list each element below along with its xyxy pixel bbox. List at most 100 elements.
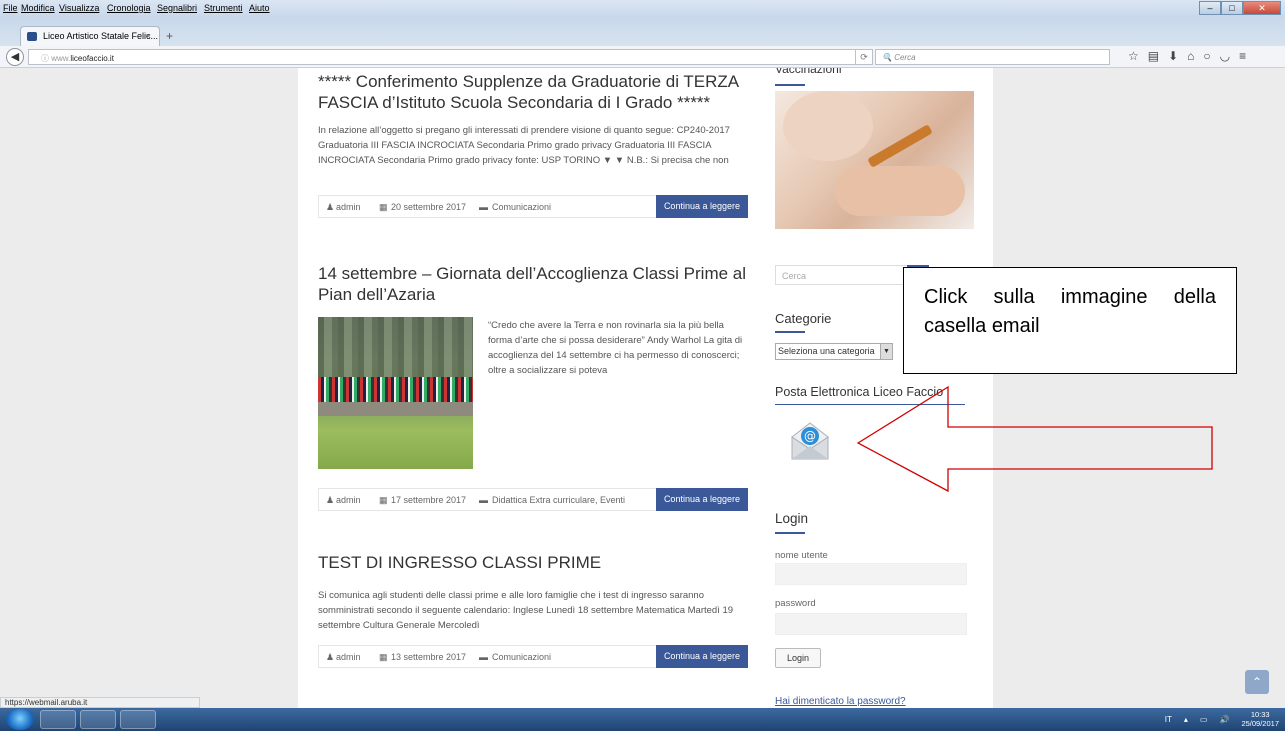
forgot-password-link[interactable]: Hai dimenticato la password? [775, 696, 906, 707]
post-author[interactable]: admin [336, 495, 361, 505]
left-arrow-icon [856, 385, 1213, 493]
read-more-button[interactable]: Continua a leggere [655, 645, 748, 668]
email-envelope-icon[interactable]: @ [788, 419, 832, 463]
chevron-down-icon: ▼ [880, 344, 892, 359]
post-excerpt: “Credo che avere la Terra e non rovinarl… [488, 320, 743, 376]
menu-aiuto[interactable]: Aiuto [249, 3, 270, 13]
menu-bar: File Modifica Visualizza Cronologia Segn… [0, 0, 1285, 16]
title-underline [775, 331, 805, 333]
word-taskbar-icon[interactable] [120, 710, 156, 729]
instruction-callout: Click sulla immagine della casella email [903, 267, 1237, 374]
back-button[interactable]: ◀ [6, 48, 24, 66]
author-icon: ♟ [326, 652, 335, 662]
toolbar-icons: ☆ ▤ ⬇ ⌂ ○ ◡ ≡ [1128, 49, 1246, 63]
menu-segnalibri[interactable]: Segnalibri [157, 3, 197, 13]
menu-visualizza[interactable]: Visualizza [59, 3, 99, 13]
post-category[interactable]: Didattica Extra curriculare, Eventi [492, 495, 625, 505]
network-icon[interactable]: ▭ [1200, 715, 1208, 724]
close-tab-icon[interactable]: × [146, 31, 151, 41]
reading-list-icon[interactable]: ▤ [1148, 49, 1159, 63]
post-author[interactable]: admin [336, 202, 361, 212]
status-url: https://webmail.aruba.it [0, 697, 200, 708]
sidebar-search-placeholder: Cerca [782, 271, 807, 281]
post-excerpt: In relazione all’oggetto si pregano gli … [318, 125, 730, 166]
author-icon: ♟ [326, 202, 335, 212]
post-thumbnail[interactable] [318, 317, 473, 469]
post-title[interactable]: ***** Conferimento Supplenze da Graduato… [318, 71, 748, 113]
folder-icon: ▬ [479, 495, 488, 505]
password-label: password [775, 598, 816, 609]
post-meta: ♟ admin ▦ 17 settembre 2017 ▬ Didattica … [318, 488, 748, 511]
menu-file[interactable]: File [3, 3, 18, 13]
url-domain: liceofaccio.it [70, 54, 114, 63]
sync-icon[interactable]: ○ [1203, 49, 1210, 63]
menu-strumenti[interactable]: Strumenti [204, 3, 243, 13]
vaccinazioni-image[interactable] [775, 91, 974, 229]
maximize-button[interactable]: □ [1221, 1, 1243, 15]
tab-title: Liceo Artistico Statale Felic... [43, 31, 159, 41]
reload-icon[interactable]: ⟳ [855, 49, 873, 65]
author-icon: ♟ [326, 495, 335, 505]
start-button[interactable] [6, 709, 34, 730]
post-category[interactable]: Comunicazioni [492, 652, 551, 662]
post-author[interactable]: admin [336, 652, 361, 662]
window-controls: – □ ✕ [1199, 1, 1281, 15]
close-window-button[interactable]: ✕ [1243, 1, 1281, 15]
hamburger-menu-icon[interactable]: ≡ [1239, 49, 1246, 63]
explorer-taskbar-icon[interactable] [40, 710, 76, 729]
url-prefix: www. [51, 54, 71, 63]
new-tab-button[interactable]: + [166, 29, 173, 43]
site-favicon-icon [27, 32, 37, 41]
calendar-icon: ▦ [379, 202, 388, 212]
browser-search-input[interactable]: 🔍 Cerca [875, 49, 1110, 65]
password-field[interactable] [775, 613, 967, 635]
calendar-icon: ▦ [379, 495, 388, 505]
post-date[interactable]: 20 settembre 2017 [391, 202, 466, 212]
read-more-button[interactable]: Continua a leggere [655, 488, 748, 511]
clock-time: 10:33 [1250, 710, 1270, 719]
volume-icon[interactable]: 🔊 [1219, 715, 1229, 724]
menu-cronologia[interactable]: Cronologia [107, 3, 151, 13]
url-bar[interactable]: ⓘ www.liceofaccio.it [28, 49, 868, 65]
browser-tab[interactable]: Liceo Artistico Statale Felic... × [20, 26, 160, 46]
folder-icon: ▬ [479, 652, 488, 662]
tray-up-arrow-icon[interactable]: ▴ [1184, 715, 1188, 724]
clock-date: 25/09/2017 [1241, 719, 1279, 728]
post-meta: ♟ admin ▦ 20 settembre 2017 ▬ Comunicazi… [318, 195, 748, 218]
language-indicator[interactable]: IT [1165, 715, 1172, 724]
categorie-title: Categorie [775, 311, 832, 326]
title-underline [775, 532, 805, 534]
login-title: Login [775, 511, 809, 526]
home-icon[interactable]: ⌂ [1187, 49, 1194, 63]
clock[interactable]: 10:33 25/09/2017 [1241, 710, 1279, 728]
folder-icon: ▬ [479, 202, 488, 212]
bookmark-star-icon[interactable]: ☆ [1128, 49, 1139, 63]
post-meta: ♟ admin ▦ 13 settembre 2017 ▬ Comunicazi… [318, 645, 748, 668]
title-underline [775, 84, 805, 86]
calendar-icon: ▦ [379, 652, 388, 662]
downloads-icon[interactable]: ⬇ [1168, 49, 1178, 63]
menu-modifica[interactable]: Modifica [21, 3, 55, 13]
post-date[interactable]: 17 settembre 2017 [391, 495, 466, 505]
username-field[interactable] [775, 563, 967, 585]
navigation-bar: ◀ ⓘ www.liceofaccio.it ⟳ 🔍 Cerca ☆ ▤ ⬇ ⌂… [0, 46, 1285, 68]
firefox-taskbar-icon[interactable] [80, 710, 116, 729]
tab-bar: Liceo Artistico Statale Felic... × + [0, 16, 1285, 46]
vaccinazioni-title: Vaccinazioni [775, 68, 842, 76]
category-select-value: Seleziona una categoria [778, 346, 875, 356]
post-category[interactable]: Comunicazioni [492, 202, 551, 212]
login-button[interactable]: Login [775, 648, 821, 668]
read-more-button[interactable]: Continua a leggere [655, 195, 748, 218]
scroll-to-top-button[interactable]: ⌃ [1245, 670, 1269, 694]
minimize-button[interactable]: – [1199, 1, 1221, 15]
system-tray: IT ▴ ▭ 🔊 10:33 25/09/2017 [1165, 710, 1279, 728]
post-excerpt: Si comunica agli studenti delle classi p… [318, 590, 734, 631]
category-select[interactable]: Seleziona una categoria ▼ [775, 343, 893, 360]
svg-text:@: @ [804, 429, 816, 443]
post-title[interactable]: TEST DI INGRESSO CLASSI PRIME [318, 552, 748, 573]
windows-taskbar: IT ▴ ▭ 🔊 10:33 25/09/2017 [0, 708, 1285, 731]
browser-search-placeholder: Cerca [894, 53, 916, 62]
post-date[interactable]: 13 settembre 2017 [391, 652, 466, 662]
post-title[interactable]: 14 settembre – Giornata dell’Accoglienza… [318, 263, 758, 305]
pocket-icon[interactable]: ◡ [1220, 49, 1230, 63]
